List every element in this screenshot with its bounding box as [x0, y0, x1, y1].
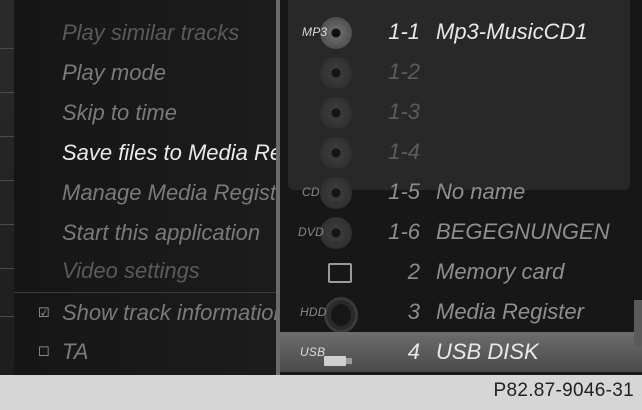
figure-code: P82.87-9046-31 [493, 380, 634, 401]
dvd-label: DVD [298, 225, 324, 239]
cd-label: CD [302, 185, 320, 199]
media-row-media-register[interactable]: HDD 3 Media Register [280, 292, 642, 333]
checkbox-unchecked-icon[interactable]: ☐ [38, 344, 50, 360]
mp3-label: MP3 [302, 25, 328, 39]
menu-item-show-track-information[interactable]: Show track information [62, 294, 276, 332]
checkbox-checked-icon[interactable]: ☑ [38, 305, 50, 321]
media-number: 1-6 [388, 219, 420, 244]
menu-item-play-mode[interactable]: Play mode [62, 54, 276, 92]
media-row-1-5[interactable]: CD 1-5 No name [280, 172, 642, 212]
cd-disc-icon [320, 177, 352, 209]
media-number: 3 [407, 299, 420, 324]
media-number: 4 [407, 339, 420, 364]
memory-card-icon [328, 263, 352, 283]
usb-label: USB [300, 345, 326, 359]
media-name: Media Register [436, 299, 584, 324]
dvd-disc-icon [320, 217, 352, 249]
disc-icon [320, 137, 352, 169]
media-row-1-3[interactable]: 1-3 [280, 92, 642, 132]
media-name: BEGEGNUNGEN [436, 219, 610, 244]
media-name: Memory card [436, 259, 565, 284]
media-number: 1-1 [388, 19, 420, 44]
media-name: Mp3-MusicCD1 [436, 19, 588, 44]
usb-icon [324, 356, 352, 366]
menu-item-manage-media-register[interactable]: Manage Media Register [62, 174, 276, 212]
media-row-1-4[interactable]: 1-4 [280, 132, 642, 172]
media-name: USB DISK [436, 339, 539, 364]
hdd-label: HDD [300, 305, 327, 319]
disc-icon [320, 57, 352, 89]
menu-item-save-files-to-media-register[interactable]: Save files to Media Register [62, 134, 276, 172]
menu-divider [14, 292, 276, 293]
menu-item-video-settings[interactable]: Video settings [62, 252, 276, 290]
menu-item-play-similar-tracks[interactable]: Play similar tracks [62, 14, 276, 52]
media-row-1-2[interactable]: 1-2 [280, 52, 642, 92]
media-row-usb-disk[interactable]: USB 4 USB DISK [280, 332, 642, 372]
menu-item-start-this-application[interactable]: Start this application [62, 214, 276, 252]
media-number: 1-5 [388, 179, 420, 204]
options-menu: Play similar tracks Play mode Skip to ti… [14, 0, 276, 375]
media-row-1-1[interactable]: MP3 1-1 Mp3-MusicCD1 [280, 12, 642, 52]
media-number: 1-4 [388, 139, 420, 164]
media-number: 2 [407, 259, 420, 284]
disc-icon [320, 97, 352, 129]
left-edge-strip [0, 0, 14, 375]
media-number: 1-2 [388, 59, 420, 84]
media-screen: Play similar tracks Play mode Skip to ti… [0, 0, 642, 375]
scrollbar-thumb[interactable] [634, 300, 642, 346]
media-source-list: MP3 1-1 Mp3-MusicCD1 1-2 1-3 1-4 CD 1-5 … [280, 0, 642, 375]
hdd-icon [324, 297, 358, 333]
menu-item-skip-to-time[interactable]: Skip to time [62, 94, 276, 132]
media-row-1-6[interactable]: DVD 1-6 BEGEGNUNGEN [280, 212, 642, 252]
menu-item-ta[interactable]: TA [62, 333, 276, 371]
media-number: 1-3 [388, 99, 420, 124]
media-row-memory-card[interactable]: 2 Memory card [280, 252, 642, 292]
media-name: No name [436, 179, 526, 204]
